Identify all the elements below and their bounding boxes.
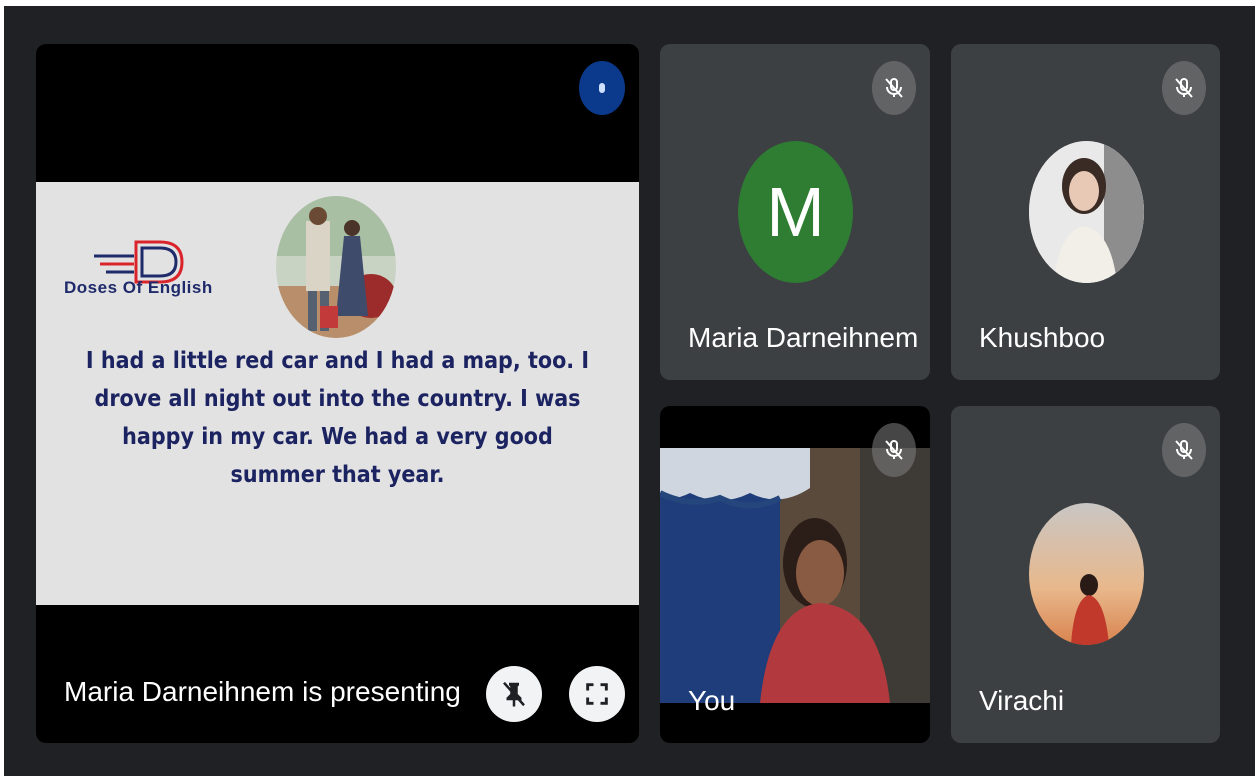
avatar: M bbox=[738, 141, 853, 283]
mic-off-icon bbox=[872, 61, 916, 115]
participant-tile-maria[interactable]: M Maria Darneihnem bbox=[660, 44, 930, 380]
avatar bbox=[1029, 141, 1144, 283]
participant-name: Virachi bbox=[979, 685, 1065, 716]
participant-name: Maria Darneihnem bbox=[688, 322, 919, 353]
mic-off-icon bbox=[1162, 61, 1206, 115]
participant-tile-khushboo[interactable]: Khushboo bbox=[951, 44, 1220, 380]
mic-off-icon bbox=[1162, 423, 1206, 477]
participant-tile-virachi[interactable]: Virachi bbox=[951, 406, 1220, 743]
shared-slide: Doses Of English I had a little red car … bbox=[36, 182, 639, 605]
avatar bbox=[1029, 503, 1144, 645]
presentation-tile[interactable]: Doses Of English I had a little red car … bbox=[36, 44, 639, 743]
participant-tile-you[interactable]: You bbox=[660, 406, 930, 743]
logo-text: Doses Of English bbox=[64, 278, 213, 297]
participant-name: You bbox=[688, 685, 736, 716]
unpin-button[interactable] bbox=[486, 666, 542, 722]
presenting-label: Maria Darneihnem is presenting bbox=[64, 676, 461, 707]
fullscreen-button[interactable] bbox=[569, 666, 625, 722]
mic-off-icon bbox=[872, 423, 916, 477]
participant-name: Khushboo bbox=[979, 322, 1106, 353]
self-video bbox=[660, 448, 930, 703]
unpin-icon bbox=[503, 681, 525, 707]
fullscreen-icon bbox=[586, 683, 608, 705]
slide-illustration bbox=[276, 196, 396, 338]
slide-text: I had a little red car and I had a map, … bbox=[85, 348, 590, 488]
speaking-indicator-icon bbox=[579, 61, 625, 115]
meeting-grid: Doses Of English I had a little red car … bbox=[4, 6, 1255, 776]
